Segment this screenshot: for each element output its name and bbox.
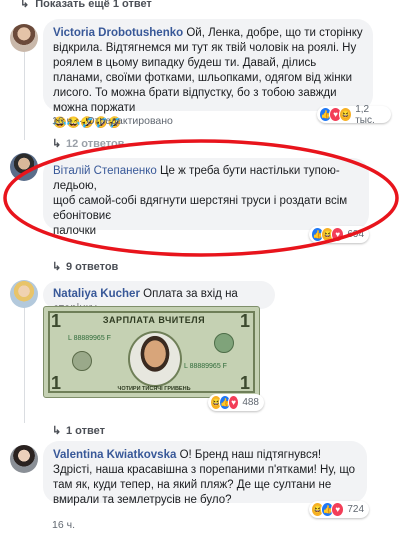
reaction-count: 724 — [347, 504, 365, 515]
banknote-bottom-text: ЧОТИРИ ТИСЯЧІ ГРИВЕНЬ — [117, 386, 191, 392]
banknote-digit: 1 — [239, 311, 250, 331]
banknote-serial: L 88889965 F — [68, 335, 111, 342]
banknote-seal-icon — [72, 351, 92, 371]
banknote-digit: 1 — [51, 373, 62, 393]
reply-arrow-icon: ↳ — [52, 425, 62, 437]
view-replies-link[interactable]: ↳ 9 ответов — [52, 260, 118, 273]
banknote-portrait — [128, 331, 182, 387]
thread-line — [24, 305, 25, 423]
reaction-summary[interactable]: 😆 👍 ♥ 724 — [309, 501, 369, 518]
reaction-count: 488 — [242, 397, 259, 408]
comment-author[interactable]: Valentina Kwiatkovska — [53, 449, 176, 461]
heart-icon: ♥ — [227, 395, 240, 410]
comment-meta: 16 ч. — [52, 519, 75, 531]
heart-icon: ♥ — [331, 502, 345, 517]
view-replies-link[interactable]: ↳ 1 ответ — [52, 424, 105, 437]
reaction-summary[interactable]: 😆 👍 ♥ 488 — [208, 394, 264, 411]
banknote-serial: L 88889965 F — [184, 363, 227, 370]
avatar[interactable] — [10, 280, 38, 308]
comment-bubble: Nataliya Kucher Оплата за вхід на сторін… — [43, 281, 275, 315]
banknote-seal-icon — [214, 333, 234, 353]
banknote-image[interactable]: ЗАРПЛАТА ВЧИТЕЛЯ 1 1 1 1 L 88889965 F L … — [43, 306, 260, 398]
reply-arrow-icon: ↳ — [52, 261, 62, 273]
banknote-digit: 1 — [239, 373, 250, 393]
comment-author[interactable]: Nataliya Kucher — [53, 288, 140, 300]
avatar[interactable] — [10, 445, 38, 473]
comment-bubble: Valentina Kwiatkovska О! Бренд наш підтя… — [43, 441, 367, 506]
banknote-digit: 1 — [51, 311, 62, 331]
comment-time[interactable]: 16 ч. — [52, 519, 75, 531]
banknote-title: ЗАРПЛАТА ВЧИТЕЛЯ — [102, 315, 206, 325]
